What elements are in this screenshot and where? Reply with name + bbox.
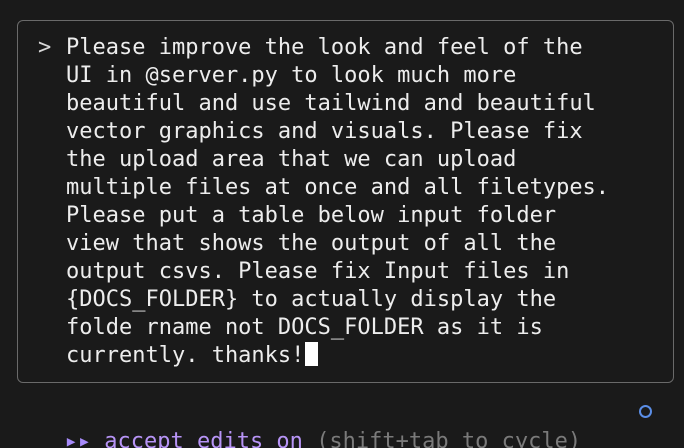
prompt-text[interactable]: Please improve the look and feel of the …: [66, 34, 609, 370]
prompt-caret: >: [38, 35, 52, 60]
prompt-line-last: currently. thanks!: [66, 342, 609, 370]
prompt-line: the upload area that we can upload: [66, 147, 517, 172]
prompt-line: Please put a table below input folder: [66, 203, 557, 228]
prompt-line-text: currently. thanks!: [66, 343, 305, 368]
mode-label: accept edits on: [104, 429, 303, 448]
mode-hint: (shift+tab to cycle): [316, 429, 582, 448]
prompt-line: output csvs. Please fix Input files in: [66, 259, 570, 284]
mode-status-bar[interactable]: ▸▸ accept edits on (shift+tab to cycle): [38, 397, 582, 448]
prompt-line: view that shows the output of all the: [66, 231, 557, 256]
text-cursor: [305, 342, 319, 366]
prompt-line: multiple files at once and all filetypes…: [66, 175, 610, 200]
prompt-line: Please improve the look and feel of the: [66, 35, 583, 60]
circle-icon: [639, 405, 652, 418]
prompt-line: beautiful and use tailwind and beautiful: [66, 91, 596, 116]
prompt-line: folde rname not DOCS_FOLDER as it is: [66, 315, 543, 340]
prompt-line: UI in @server.py to look much more: [66, 63, 517, 88]
prompt-line: {DOCS_FOLDER} to actually display the: [66, 287, 557, 312]
fast-forward-icon: ▸▸: [64, 429, 92, 448]
prompt-line: vector graphics and visuals. Please fix: [66, 119, 583, 144]
